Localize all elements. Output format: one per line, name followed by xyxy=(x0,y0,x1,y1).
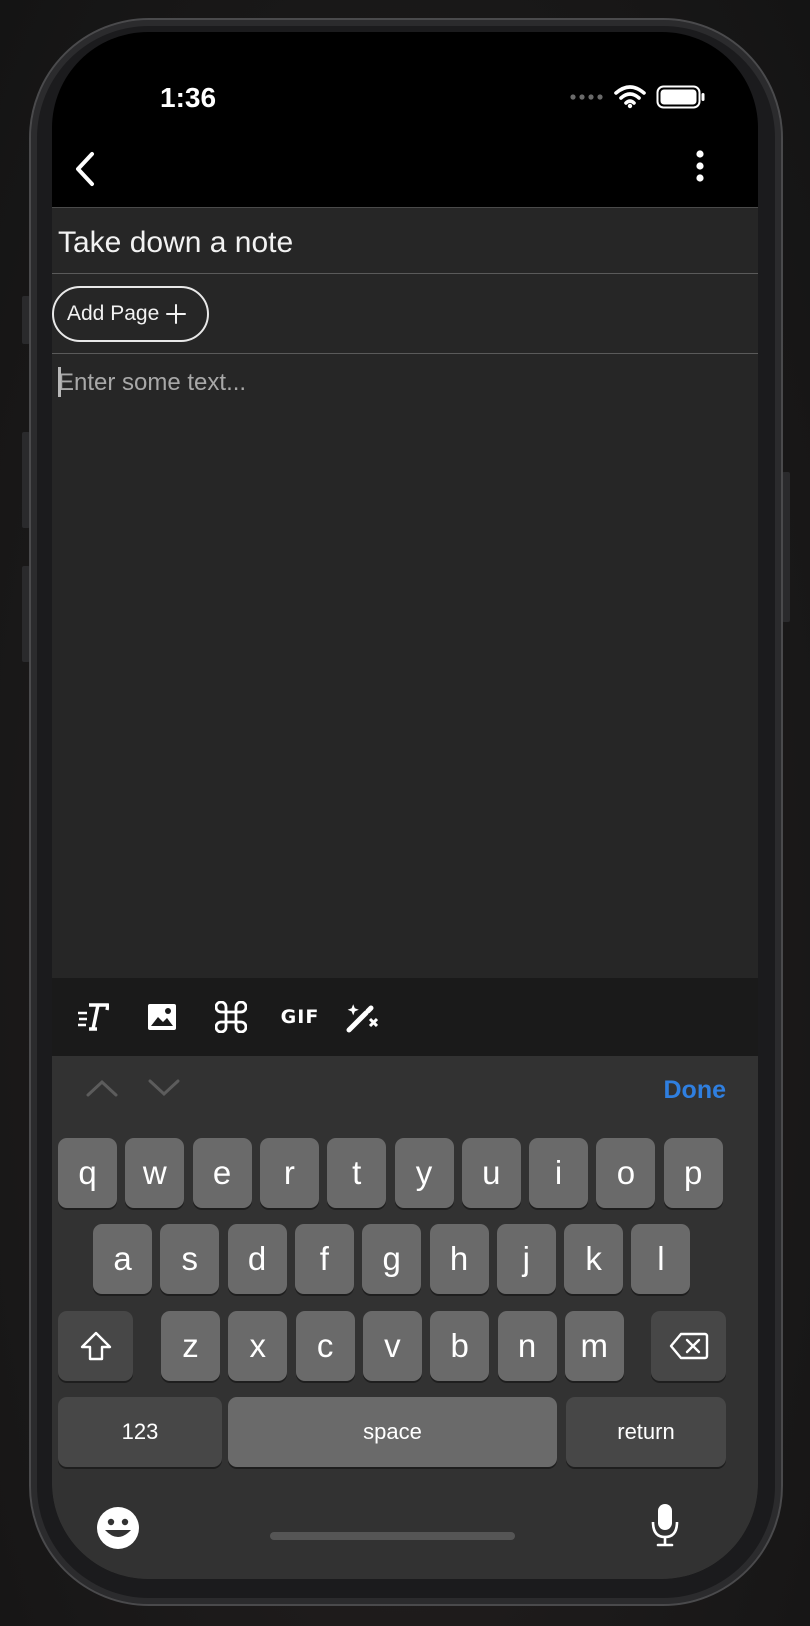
text-style-button[interactable] xyxy=(76,1000,110,1034)
wifi-icon xyxy=(614,85,646,109)
key-y[interactable]: y xyxy=(394,1138,454,1208)
key-u[interactable]: u xyxy=(461,1138,521,1208)
phone-screen: 1:36 Take down a note Add Page Enter som… xyxy=(52,32,758,1579)
key-s[interactable]: s xyxy=(160,1224,220,1294)
key-j[interactable]: j xyxy=(496,1224,556,1294)
gif-icon: GIF xyxy=(280,1006,320,1028)
plus-icon xyxy=(166,304,187,324)
key-t[interactable]: t xyxy=(327,1138,387,1208)
key-d[interactable]: d xyxy=(227,1224,287,1294)
shift-icon xyxy=(80,1331,111,1361)
key-n[interactable]: n xyxy=(497,1311,557,1381)
more-options-button[interactable] xyxy=(690,148,710,188)
key-q[interactable]: q xyxy=(58,1138,117,1208)
note-title[interactable]: Take down a note xyxy=(52,207,758,274)
magic-wand-icon xyxy=(346,1004,378,1033)
note-content: Take down a note Add Page Enter some tex… xyxy=(52,207,758,1579)
gif-button[interactable]: GIF xyxy=(280,1000,320,1034)
key-x[interactable]: x xyxy=(228,1311,288,1381)
microphone-icon[interactable] xyxy=(650,1502,680,1548)
key-c[interactable]: c xyxy=(295,1311,355,1381)
home-indicator[interactable] xyxy=(270,1532,515,1540)
key-k[interactable]: k xyxy=(564,1224,624,1294)
key-g[interactable]: g xyxy=(362,1224,422,1294)
add-page-row: Add Page xyxy=(52,274,758,354)
command-icon xyxy=(215,1001,247,1033)
text-editor-input[interactable] xyxy=(58,367,738,399)
status-time: 1:36 xyxy=(160,82,217,113)
backspace-icon xyxy=(669,1332,708,1360)
more-vertical-icon xyxy=(696,150,704,182)
formatting-toolbar: GIF xyxy=(52,978,758,1056)
key-h[interactable]: h xyxy=(429,1224,489,1294)
key-v[interactable]: v xyxy=(362,1311,422,1381)
key-l[interactable]: l xyxy=(631,1224,691,1294)
add-page-button[interactable]: Add Page xyxy=(52,286,209,342)
image-icon xyxy=(148,1004,176,1030)
text-cursor xyxy=(58,367,61,397)
magic-wand-button[interactable] xyxy=(345,1000,379,1034)
battery-icon xyxy=(656,85,705,109)
back-button[interactable] xyxy=(70,149,104,189)
key-e[interactable]: e xyxy=(192,1138,252,1208)
emoji-icon[interactable] xyxy=(96,1506,140,1550)
cellular-signal-icon xyxy=(570,94,603,100)
command-button[interactable] xyxy=(214,1000,248,1034)
add-page-label: Add Page xyxy=(67,302,160,325)
key-a[interactable]: a xyxy=(93,1224,152,1294)
key-z[interactable]: z xyxy=(161,1311,220,1381)
key-f[interactable]: f xyxy=(294,1224,354,1294)
key-w[interactable]: w xyxy=(125,1138,185,1208)
key-i[interactable]: i xyxy=(529,1138,589,1208)
status-icons xyxy=(570,85,706,109)
next-field-icon[interactable] xyxy=(148,1078,180,1098)
text-editor[interactable] xyxy=(52,355,758,925)
key-m[interactable]: m xyxy=(564,1311,624,1381)
key-p[interactable]: p xyxy=(663,1138,723,1208)
key-b[interactable]: b xyxy=(430,1311,490,1381)
chevron-left-icon xyxy=(76,152,94,186)
power-button xyxy=(782,472,790,622)
insert-image-button[interactable] xyxy=(145,1000,179,1034)
key-r[interactable]: r xyxy=(259,1138,319,1208)
shift-key[interactable] xyxy=(58,1311,133,1381)
delete-key[interactable] xyxy=(651,1311,726,1381)
space-key[interactable]: space xyxy=(228,1397,557,1467)
previous-field-icon[interactable] xyxy=(86,1078,118,1098)
done-button[interactable]: Done xyxy=(664,1076,727,1105)
numbers-key[interactable]: 123 xyxy=(58,1397,222,1467)
keyboard: Done qwertyuiop asdfghjkl zxcvbnm 123 sp… xyxy=(52,1056,758,1579)
key-o[interactable]: o xyxy=(596,1138,656,1208)
return-key[interactable]: return xyxy=(566,1397,726,1467)
text-style-icon xyxy=(78,1003,109,1031)
